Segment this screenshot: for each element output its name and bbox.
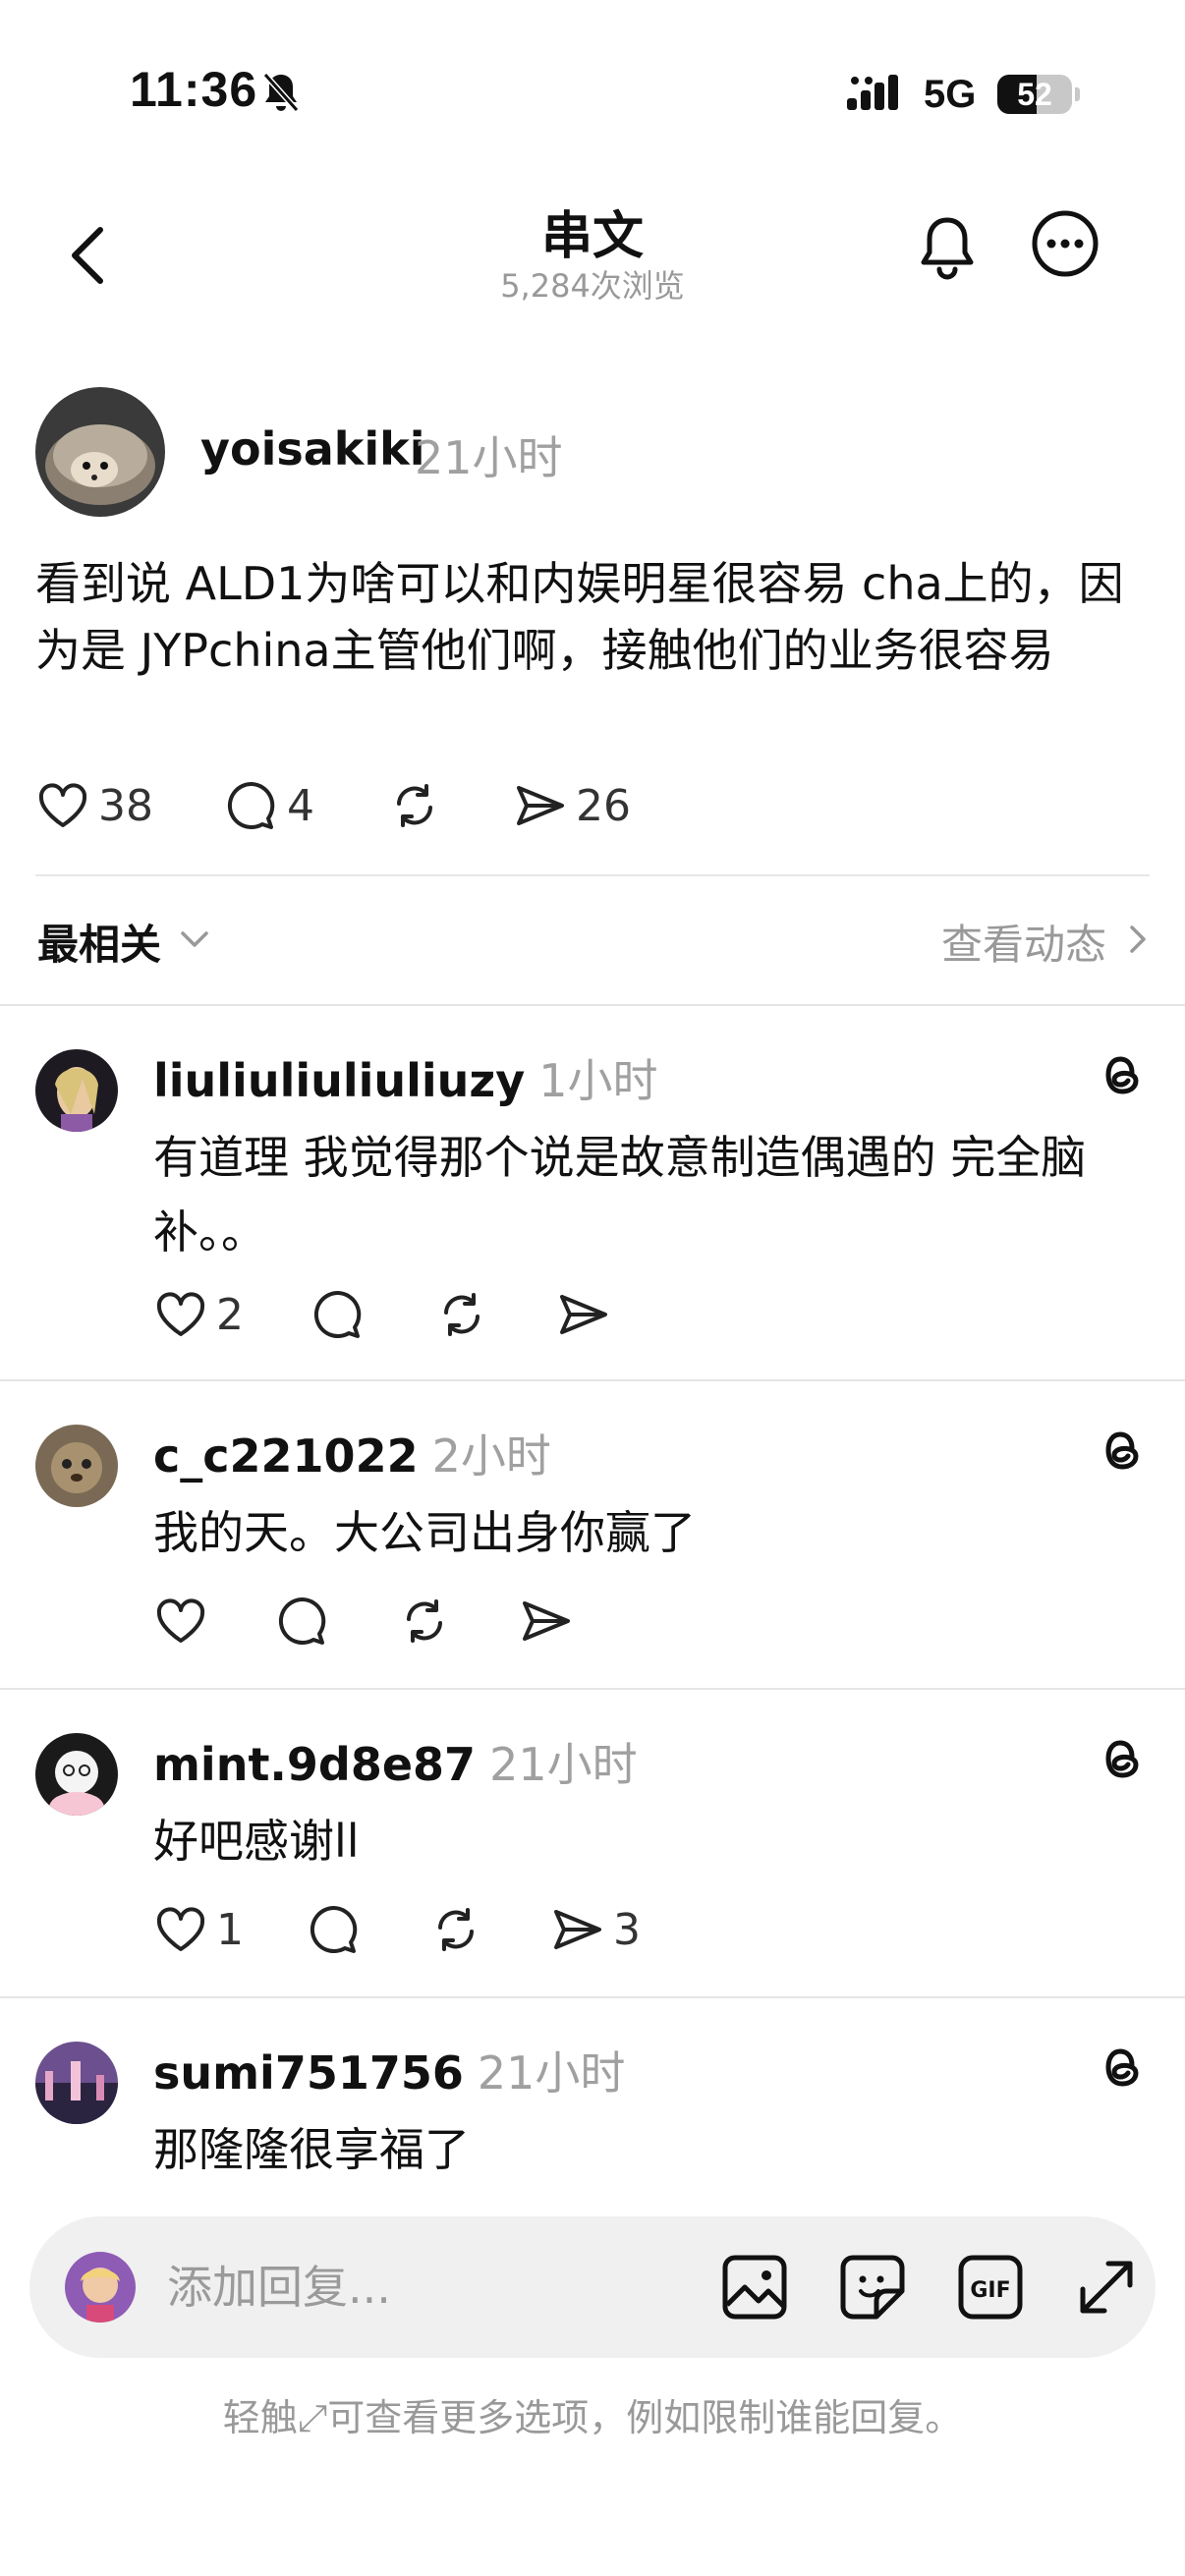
silent-bell-icon bbox=[262, 73, 300, 112]
threads-icon[interactable] bbox=[1093, 1729, 1152, 1788]
comment-button[interactable] bbox=[307, 1898, 362, 1961]
chevron-right-icon[interactable] bbox=[1120, 922, 1156, 957]
repost-icon bbox=[444, 1293, 480, 1336]
reply-username[interactable]: liuliuliuliuliuzy 1小时 bbox=[153, 1045, 657, 1110]
comment-icon bbox=[310, 1905, 358, 1953]
sort-row: 最相关 查看动态 bbox=[0, 884, 1185, 982]
avatar[interactable] bbox=[35, 387, 165, 517]
chevron-down-icon[interactable] bbox=[177, 922, 212, 957]
view-activity-link[interactable]: 查看动态 bbox=[941, 912, 1106, 972]
share-count: 3 bbox=[613, 1904, 641, 1955]
share-button[interactable] bbox=[519, 1590, 574, 1652]
comment-button[interactable] bbox=[310, 1283, 366, 1346]
reply-actions: 1 3 bbox=[153, 1898, 1038, 1961]
send-icon bbox=[517, 786, 564, 825]
share-button[interactable]: 3 bbox=[550, 1898, 641, 1961]
reply-composer: GIF bbox=[29, 2216, 1156, 2358]
image-icon[interactable] bbox=[717, 2250, 792, 2324]
svg-text:GIF: GIF bbox=[970, 2278, 1010, 2303]
heart-icon bbox=[156, 1292, 205, 1336]
post-time: 21小时 bbox=[415, 431, 563, 484]
battery-level: 52 bbox=[1017, 77, 1052, 112]
reply-username[interactable]: mint.9d8e87 21小时 bbox=[153, 1729, 638, 1794]
view-count: 5,284次浏览 bbox=[500, 267, 685, 305]
reply-username[interactable]: c_c221022 2小时 bbox=[153, 1421, 551, 1485]
repost-button[interactable] bbox=[397, 1590, 452, 1652]
comment-icon bbox=[278, 1596, 326, 1645]
like-count: 38 bbox=[98, 780, 153, 831]
network-label: 5G bbox=[924, 73, 977, 116]
avatar bbox=[65, 2252, 136, 2323]
divider bbox=[0, 1688, 1185, 1690]
like-button[interactable] bbox=[153, 1590, 208, 1652]
reply-actions bbox=[153, 1590, 1038, 1652]
like-button[interactable]: 2 bbox=[153, 1283, 244, 1346]
reply-text: 我的天。大公司出身你赢了 bbox=[153, 1506, 696, 1559]
repost-icon bbox=[438, 1908, 474, 1951]
repost-button[interactable] bbox=[428, 1898, 483, 1961]
avatar[interactable] bbox=[35, 1425, 118, 1507]
sticker-icon[interactable] bbox=[835, 2250, 910, 2324]
heart-icon bbox=[38, 783, 87, 827]
divider bbox=[0, 1379, 1185, 1381]
reply-text: 好吧感谢ll bbox=[153, 1815, 360, 1868]
repost-icon bbox=[407, 1599, 442, 1643]
divider bbox=[0, 1004, 1185, 1006]
heart-icon bbox=[156, 1598, 205, 1643]
divider bbox=[35, 874, 1150, 876]
bell-icon[interactable] bbox=[912, 208, 983, 287]
avatar[interactable] bbox=[35, 1049, 118, 1132]
comment-count: 4 bbox=[287, 780, 314, 831]
avatar[interactable] bbox=[35, 2042, 118, 2124]
like-count: 2 bbox=[216, 1289, 244, 1340]
status-time: 11:36 bbox=[130, 62, 258, 117]
threads-icon[interactable] bbox=[1093, 1045, 1152, 1104]
reply-actions: 2 bbox=[153, 1283, 1038, 1346]
heart-icon bbox=[156, 1907, 205, 1951]
like-button[interactable]: 1 bbox=[153, 1898, 244, 1961]
comment-icon bbox=[227, 781, 275, 829]
composer-hint: 轻触⤢可查看更多选项，例如限制谁能回复。 bbox=[222, 2396, 963, 2439]
post-username[interactable]: yoisakiki bbox=[200, 422, 425, 476]
sort-dropdown[interactable]: 最相关 bbox=[37, 912, 161, 972]
status-bar: 11:36 5G 52 bbox=[0, 0, 1185, 187]
post-text: 看到说 ALD1为啥可以和内娱明星很容易 cha上的，因为是 JYPchina主… bbox=[35, 557, 1124, 677]
post-actions: 38 4 26 bbox=[35, 774, 1116, 837]
reply-input[interactable] bbox=[167, 2246, 698, 2328]
avatar[interactable] bbox=[35, 1733, 118, 1816]
reply-username[interactable]: sumi751756 21小时 bbox=[153, 2038, 625, 2102]
share-count: 26 bbox=[576, 780, 631, 831]
repost-icon bbox=[397, 784, 432, 827]
like-button[interactable]: 38 bbox=[35, 774, 153, 837]
reply-time: 21小时 bbox=[489, 1738, 638, 1791]
threads-icon[interactable] bbox=[1093, 2038, 1152, 2097]
battery-indicator: 52 bbox=[997, 71, 1080, 118]
comment-button[interactable] bbox=[275, 1590, 330, 1652]
like-count: 1 bbox=[216, 1904, 244, 1955]
share-button[interactable] bbox=[556, 1283, 611, 1346]
signal-icon bbox=[847, 75, 898, 110]
gif-icon[interactable]: GIF bbox=[953, 2250, 1028, 2324]
share-button[interactable]: 26 bbox=[513, 774, 631, 837]
divider bbox=[0, 1996, 1185, 1998]
threads-icon[interactable] bbox=[1093, 1421, 1152, 1480]
send-icon bbox=[554, 1910, 601, 1949]
expand-icon[interactable] bbox=[1069, 2250, 1144, 2324]
send-icon bbox=[560, 1295, 607, 1334]
reply-time: 1小时 bbox=[538, 1054, 658, 1107]
reply-time: 21小时 bbox=[477, 2046, 626, 2100]
reply-text: 那隆隆很享福了 bbox=[153, 2123, 470, 2176]
comment-button[interactable]: 4 bbox=[224, 774, 314, 837]
send-icon bbox=[523, 1601, 570, 1641]
reply-text: 有道理 我觉得那个说是故意制造偶遇的 完全脑补。。 bbox=[153, 1131, 1087, 1259]
page-title: 串文 bbox=[540, 207, 644, 266]
more-icon[interactable] bbox=[1030, 208, 1100, 279]
reply-time: 2小时 bbox=[431, 1429, 551, 1483]
thread-header: 串文 5,284次浏览 bbox=[0, 187, 1185, 334]
repost-button[interactable] bbox=[387, 774, 442, 837]
comment-icon bbox=[313, 1290, 362, 1338]
repost-button[interactable] bbox=[434, 1283, 489, 1346]
